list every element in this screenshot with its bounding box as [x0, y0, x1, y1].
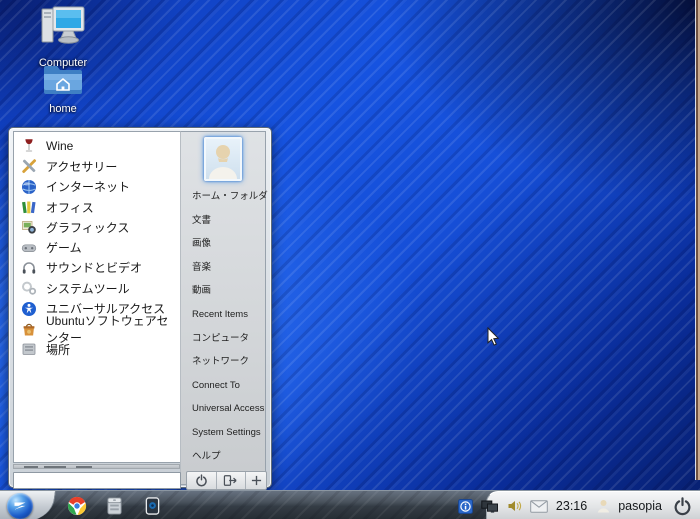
- power-icon: [195, 474, 207, 487]
- menu-item-office[interactable]: オフィス: [14, 197, 180, 217]
- menu-item-label: システムツール: [46, 281, 130, 296]
- system-tools-icon: [22, 281, 37, 295]
- logout-button[interactable]: [217, 472, 246, 489]
- menu-item-wine[interactable]: Wine: [14, 136, 180, 156]
- user-icon: [598, 500, 610, 513]
- app-list-scrollbar[interactable]: [13, 464, 180, 469]
- universal-access-icon: [22, 301, 36, 316]
- logout-icon: [224, 475, 237, 486]
- menu-search-input[interactable]: [13, 472, 181, 489]
- place-videos[interactable]: 動画: [192, 284, 265, 297]
- shutdown-button[interactable]: [187, 472, 217, 489]
- home-folder-icon: [29, 62, 97, 101]
- place-music[interactable]: 音楽: [192, 261, 265, 274]
- menu-item-label: サウンドとビデオ: [46, 261, 143, 276]
- mail-indicator[interactable]: [530, 499, 548, 513]
- user-avatar[interactable]: [204, 137, 242, 181]
- displays-icon: [481, 500, 498, 513]
- menu-item-label: Wine: [46, 139, 74, 154]
- input-method-icon: [457, 498, 473, 514]
- taskbar: 23:16 pasopia: [0, 490, 700, 519]
- place-pictures[interactable]: 画像: [192, 237, 265, 250]
- volume-icon: [508, 501, 521, 511]
- office-books-icon: [22, 201, 36, 214]
- taskbar-launchers: [60, 491, 163, 519]
- username[interactable]: pasopia: [618, 499, 662, 513]
- file-manager-icon: [107, 496, 122, 515]
- menu-item-label: グラフィックス: [46, 220, 130, 235]
- menu-item-label: アクセサリー: [46, 159, 118, 174]
- software-center-bag-icon: [23, 323, 35, 336]
- start-menu: Wine アクセサリー インターネット オフィス グラフィックス ゲーム サウン…: [8, 127, 272, 490]
- user-menu-indicator[interactable]: [597, 499, 610, 513]
- mouse-cursor: [487, 326, 500, 351]
- place-universal-access[interactable]: Universal Access: [192, 402, 265, 415]
- menu-item-label: 場所: [46, 342, 71, 357]
- place-network[interactable]: ネットワーク: [192, 355, 265, 368]
- input-method-indicator[interactable]: [457, 498, 473, 514]
- games-gamepad-icon: [21, 244, 37, 252]
- add-button[interactable]: [246, 472, 266, 489]
- plus-icon: [251, 475, 261, 486]
- system-tray: 23:16 pasopia: [457, 491, 700, 519]
- desktop-icon-computer[interactable]: Computer: [29, 6, 97, 69]
- start-button[interactable]: [7, 493, 33, 519]
- menu-item-accessories[interactable]: アクセサリー: [14, 156, 180, 176]
- file-manager-launcher[interactable]: [104, 495, 125, 516]
- computer-icon: [29, 6, 97, 55]
- menu-item-label: ゲーム: [46, 241, 82, 256]
- power-icon: [674, 496, 691, 515]
- internet-globe-icon: [22, 179, 36, 194]
- menu-item-internet[interactable]: インターネット: [14, 177, 180, 197]
- start-menu-app-list: Wine アクセサリー インターネット オフィス グラフィックス ゲーム サウン…: [13, 131, 180, 463]
- clock[interactable]: 23:16: [556, 499, 587, 513]
- menu-item-system-tools[interactable]: システムツール: [14, 278, 180, 298]
- accessories-icon: [22, 159, 37, 174]
- place-help[interactable]: ヘルプ: [192, 450, 265, 463]
- zorin-start-orb-icon: [14, 502, 26, 510]
- sound-video-headphones-icon: [22, 262, 36, 274]
- avatar-person-icon: [209, 145, 237, 179]
- media-device-launcher[interactable]: [142, 495, 163, 516]
- menu-item-software-center[interactable]: Ubuntuソフトウェアセンター: [14, 314, 180, 345]
- wine-glass-icon: [25, 139, 33, 152]
- session-power-button[interactable]: [673, 496, 692, 516]
- menu-item-label: オフィス: [46, 200, 94, 215]
- places-drawer-icon: [22, 343, 36, 356]
- media-device-icon: [145, 496, 160, 515]
- graphics-photos-icon: [22, 221, 36, 234]
- start-menu-places-panel: ホーム・フォルダ 文書 画像 音楽 動画 Recent Items コンピュータ…: [180, 131, 268, 485]
- place-computer[interactable]: コンピュータ: [192, 332, 265, 345]
- place-connect-to[interactable]: Connect To: [192, 379, 265, 392]
- place-documents[interactable]: 文書: [192, 214, 265, 227]
- chrome-icon: [67, 496, 86, 515]
- displays-indicator[interactable]: [481, 499, 499, 514]
- desktop-icon-home[interactable]: home: [29, 62, 97, 115]
- place-home-folder[interactable]: ホーム・フォルダ: [192, 190, 268, 203]
- place-system-settings[interactable]: System Settings: [192, 426, 265, 439]
- desktop-wallpaper: Computer home Wine アクセサリー インターネット オフィス グ…: [0, 0, 700, 519]
- chrome-launcher[interactable]: [66, 495, 87, 516]
- place-recent-items[interactable]: Recent Items: [192, 308, 265, 321]
- menu-item-sound-video[interactable]: サウンドとビデオ: [14, 258, 180, 278]
- menu-footer-buttons: [186, 471, 267, 490]
- volume-indicator[interactable]: [507, 499, 522, 513]
- screen-edge-artifact: [695, 0, 700, 480]
- menu-item-label: インターネット: [46, 180, 131, 195]
- menu-item-games[interactable]: ゲーム: [14, 237, 180, 257]
- mail-icon: [530, 499, 548, 513]
- desktop-icon-label: home: [49, 103, 77, 115]
- menu-item-graphics[interactable]: グラフィックス: [14, 217, 180, 237]
